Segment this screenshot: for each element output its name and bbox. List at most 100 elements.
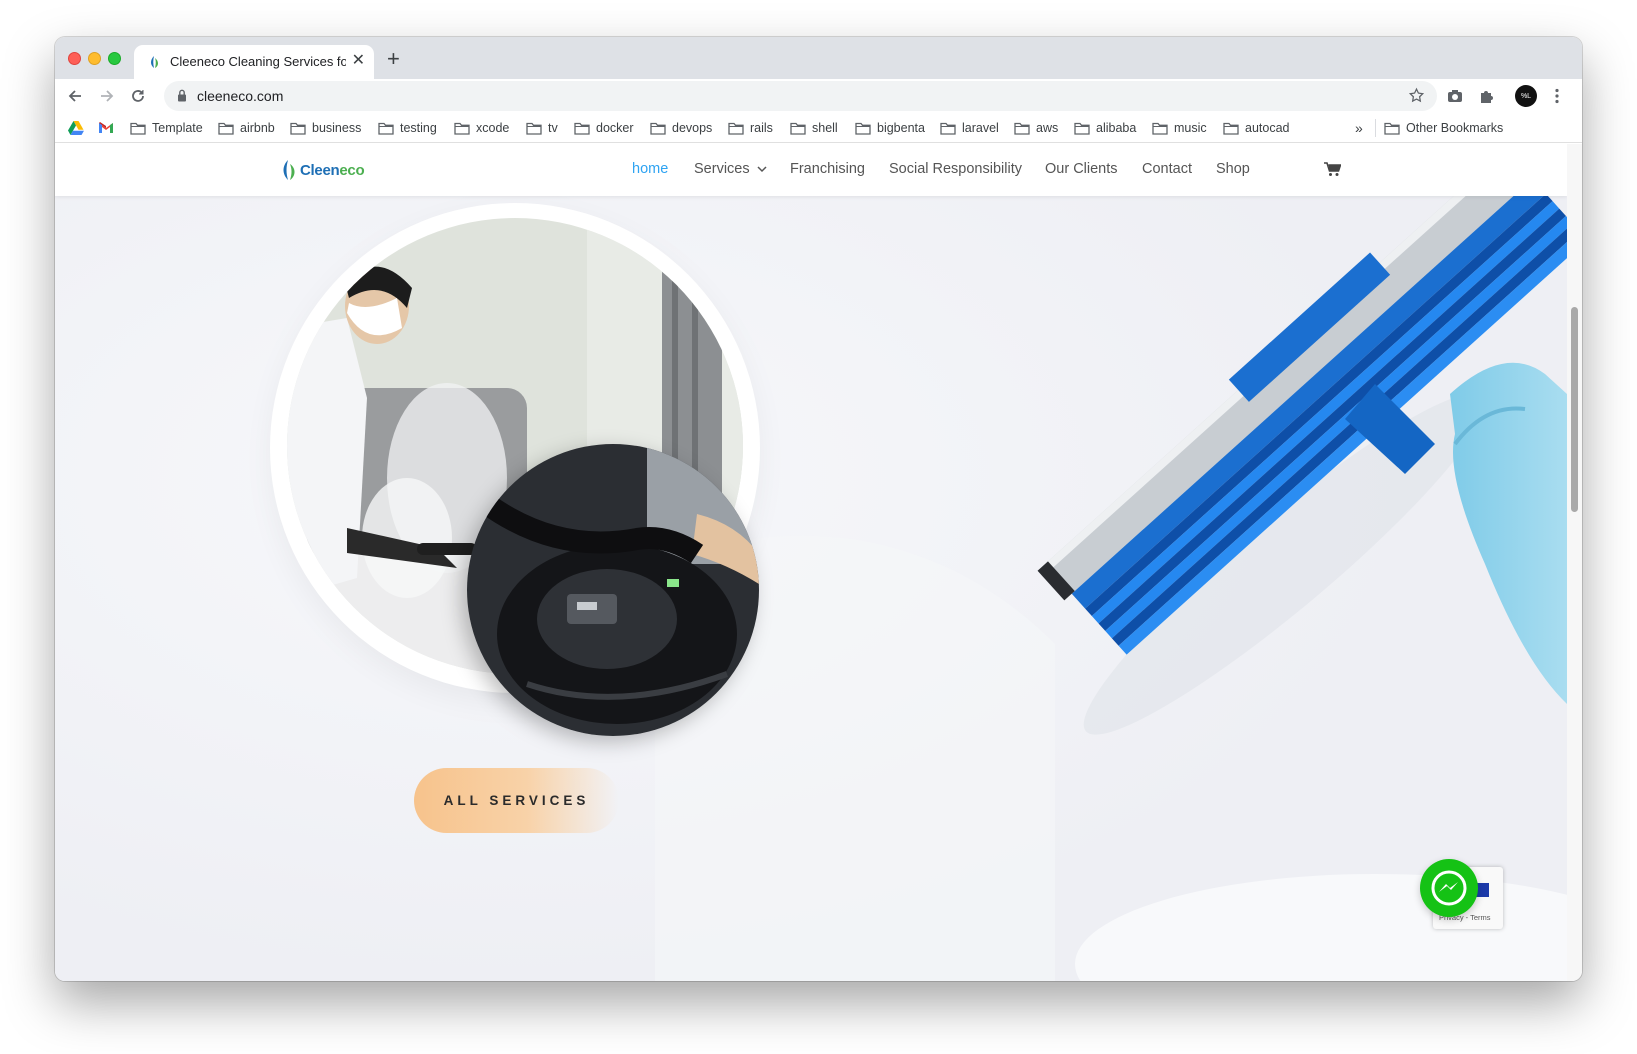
bookmark-label: business [312,121,362,135]
forward-arrow-icon [101,90,114,102]
address-bar[interactable]: cleeneco.com [164,81,1437,111]
bookmark-folder[interactable]: laravel [940,119,999,137]
bookmark-folder[interactable]: alibaba [1074,119,1136,137]
messenger-chat-button[interactable] [1420,859,1478,917]
bookmark-label: autocad [1245,121,1290,135]
folder-icon [290,122,306,135]
new-tab-button[interactable]: + [387,46,400,72]
folder-icon [1223,122,1239,135]
tab-strip: Cleeneco Cleaning Services fo ✕ + [55,37,1582,79]
scrollbar-thumb[interactable] [1571,307,1578,512]
nav-social-responsibility[interactable]: Social Responsibility [889,161,1022,177]
folder-icon [454,122,470,135]
folder-icon [940,122,956,135]
folder-icon [130,122,146,135]
bookmark-folder[interactable]: music [1152,119,1207,137]
cleeneco-logo[interactable]: Cleeneco [280,159,365,181]
bookmark-label: Other Bookmarks [1406,121,1504,135]
nav-home[interactable]: home [632,161,668,177]
bookmark-label: music [1174,121,1207,135]
all-services-button[interactable]: ALL SERVICES [414,768,619,833]
gmail-bookmark[interactable] [98,119,120,137]
url-text: cleeneco.com [197,88,284,104]
folder-icon [378,122,394,135]
close-window-button[interactable] [68,52,81,65]
browser-window: Cleeneco Cleaning Services fo ✕ + cleene… [55,37,1582,981]
bookmark-star-icon[interactable] [1408,87,1425,104]
back-button[interactable] [63,84,87,108]
extensions-puzzle-icon[interactable] [1475,85,1497,107]
lock-icon [178,89,186,102]
bookmark-label: devops [672,121,713,135]
nav-services-label: Services [694,161,750,177]
bookmark-folder[interactable]: Template [130,119,203,137]
shopping-cart-icon[interactable] [1324,162,1341,177]
bookmarks-overflow-button[interactable]: » [1355,119,1363,137]
bookmark-label: rails [750,121,773,135]
folder-icon [1152,122,1168,135]
reload-button[interactable] [126,84,150,108]
bookmarks-bar: Template airbnb business testing xcode t… [55,113,1582,143]
bookmark-label: laravel [962,121,999,135]
logo-primary-text: Cleen [300,161,340,179]
bookmark-folder[interactable]: tv [526,119,558,137]
folder-icon [1384,122,1400,135]
maximize-window-button[interactable] [108,52,121,65]
forward-button[interactable] [95,84,119,108]
site-header: Cleeneco home Services Franchising Socia… [55,144,1567,196]
nav-franchising[interactable]: Franchising [790,161,865,177]
bookmark-folder[interactable]: docker [574,119,634,137]
back-arrow-icon [68,90,81,102]
tab-close-icon[interactable]: ✕ [352,51,365,71]
steam-machine-photo [467,444,759,736]
bookmark-folder[interactable]: shell [790,119,838,137]
chevron-down-icon [757,165,767,172]
other-bookmarks-folder[interactable]: Other Bookmarks [1384,119,1503,137]
messenger-icon [1431,870,1467,906]
logo-secondary-text: eco [339,161,365,179]
google-drive-bookmark[interactable] [68,119,90,137]
gmail-icon [99,122,113,133]
folder-icon [790,122,806,135]
bookmarks-divider [1375,119,1376,137]
folder-icon [855,122,871,135]
tab-title: Cleeneco Cleaning Services fo [170,54,346,69]
web-page: Cleeneco home Services Franchising Socia… [55,144,1567,981]
bookmark-label: xcode [476,121,510,135]
bookmark-label: aws [1036,121,1059,135]
nav-contact[interactable]: Contact [1142,161,1192,177]
folder-icon [1074,122,1090,135]
page-scrollbar[interactable] [1567,144,1582,981]
folder-icon [728,122,744,135]
bookmark-label: bigbenta [877,121,925,135]
camera-extension-icon[interactable] [1444,85,1466,107]
leaf-logo-icon [283,160,295,180]
minimize-window-button[interactable] [88,52,101,65]
bookmark-label: Template [152,121,203,135]
bookmark-folder[interactable]: airbnb [218,119,275,137]
bookmark-folder[interactable]: devops [650,119,712,137]
folder-icon [650,122,666,135]
reload-icon [132,90,144,102]
nav-shop[interactable]: Shop [1216,161,1250,177]
bookmark-label: tv [548,121,558,135]
bookmark-folder[interactable]: autocad [1223,119,1289,137]
bookmark-folder[interactable]: bigbenta [855,119,925,137]
bookmark-folder[interactable]: business [290,119,361,137]
leaf-favicon-icon [151,56,158,68]
nav-our-clients[interactable]: Our Clients [1045,161,1118,177]
folder-icon [574,122,590,135]
folder-icon [218,122,234,135]
folder-icon [526,122,542,135]
browser-tab[interactable]: Cleeneco Cleaning Services fo ✕ [134,45,374,79]
more-menu-icon[interactable] [1546,85,1568,107]
bookmark-folder[interactable]: aws [1014,119,1058,137]
profile-avatar[interactable]: %L [1515,85,1537,107]
bookmark-label: airbnb [240,121,275,135]
bookmark-folder[interactable]: testing [378,119,437,137]
bookmark-label: shell [812,121,838,135]
bookmark-folder[interactable]: xcode [454,119,509,137]
bookmark-label: docker [596,121,634,135]
nav-services[interactable]: Services [694,161,767,177]
bookmark-folder[interactable]: rails [728,119,773,137]
